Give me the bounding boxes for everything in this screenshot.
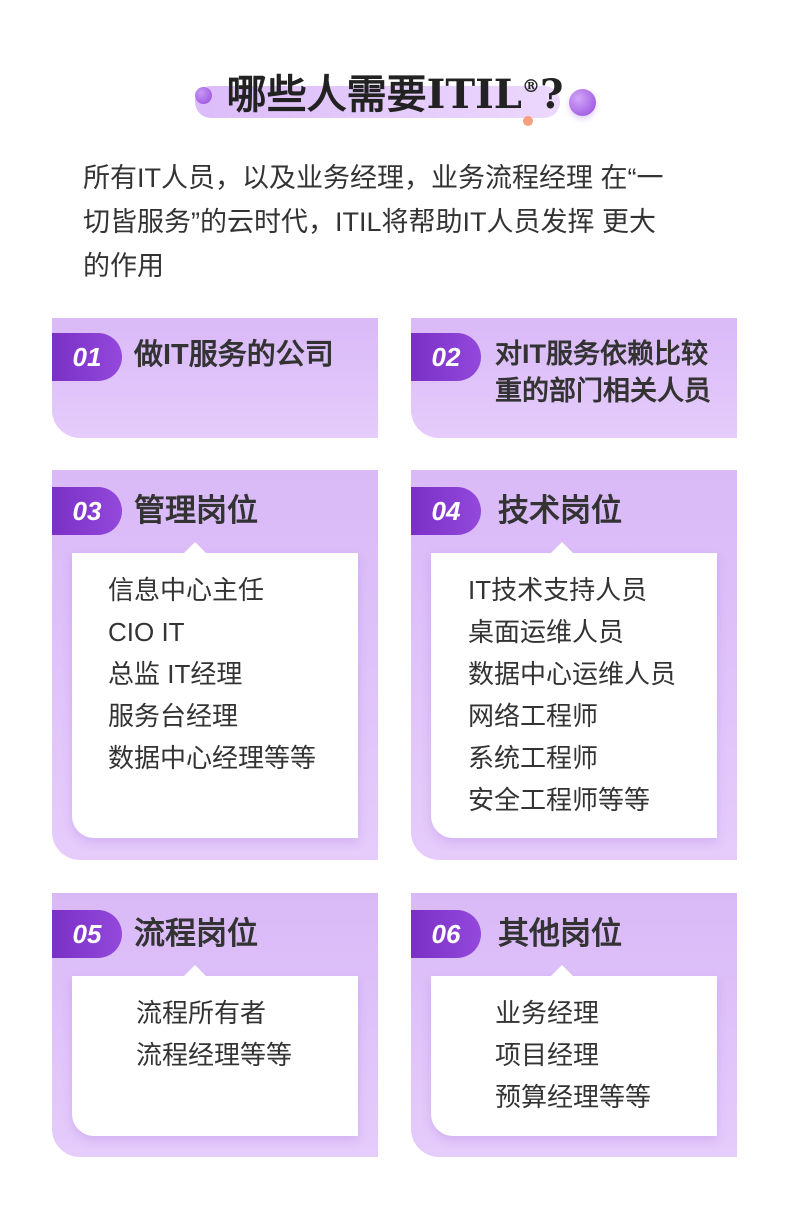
card-number-badge: 06 — [411, 910, 481, 958]
list-item: 安全工程师等等 — [468, 785, 651, 815]
panel-notch — [550, 965, 574, 977]
list-item: CIO IT — [108, 617, 185, 647]
page-title-text: 哪些人需要ITIL — [226, 71, 522, 118]
card-title: 流程岗位 — [134, 916, 258, 951]
registered-mark: ® — [521, 76, 540, 97]
card-title: 对IT服务依赖比较 重的部门相关人员 — [495, 336, 711, 410]
list-item: 网络工程师 — [468, 701, 599, 731]
item-list: IT技术支持人员 桌面运维人员 数据中心运维人员 网络工程师 系统工程师 安全工… — [468, 569, 676, 821]
item-list: 业务经理 项目经理 预算经理等等 — [495, 992, 651, 1118]
intro-paragraph: 所有IT人员，以及业务经理，业务流程经理 在“一 切皆服务”的云时代，ITIL将… — [83, 156, 664, 288]
card-01: 01 做IT服务的公司 — [52, 318, 378, 438]
card-title-line: 重的部门相关人员 — [495, 376, 711, 406]
card-title: 管理岗位 — [134, 493, 258, 528]
list-item: 流程经理等等 — [136, 1040, 293, 1070]
list-item: 项目经理 — [495, 1040, 600, 1070]
list-item: IT技术支持人员 — [468, 575, 648, 605]
list-item: 桌面运维人员 — [468, 617, 625, 647]
card-list-panel: IT技术支持人员 桌面运维人员 数据中心运维人员 网络工程师 系统工程师 安全工… — [431, 542, 717, 838]
card-list-panel: 信息中心主任 CIO IT 总监 IT经理 服务台经理 数据中心经理等等 — [72, 542, 358, 838]
panel-notch — [183, 965, 207, 977]
panel-notch — [550, 542, 574, 554]
list-item: 服务台经理 — [108, 701, 239, 731]
intro-line: 所有IT人员，以及业务经理，业务流程经理 在“一 — [83, 163, 664, 193]
card-04: 04 技术岗位 IT技术支持人员 桌面运维人员 数据中心运维人员 网络工程师 系… — [411, 470, 737, 860]
card-title: 做IT服务的公司 — [134, 336, 334, 374]
page-title-question: ? — [539, 71, 564, 118]
card-02: 02 对IT服务依赖比较 重的部门相关人员 — [411, 318, 737, 438]
card-06: 06 其他岗位 业务经理 项目经理 预算经理等等 — [411, 893, 737, 1157]
list-item: 总监 IT经理 — [108, 659, 243, 689]
card-title: 其他岗位 — [498, 916, 622, 951]
list-item: 流程所有者 — [136, 998, 267, 1028]
card-title-line: 做IT服务的公司 — [134, 339, 334, 371]
list-item: 系统工程师 — [468, 743, 599, 773]
card-list-panel: 流程所有者 流程经理等等 — [72, 965, 358, 1136]
item-list: 信息中心主任 CIO IT 总监 IT经理 服务台经理 数据中心经理等等 — [108, 569, 316, 779]
list-item: 信息中心主任 — [108, 575, 265, 605]
card-number-badge: 01 — [52, 333, 122, 381]
card-number-badge: 02 — [411, 333, 481, 381]
card-05: 05 流程岗位 流程所有者 流程经理等等 — [52, 893, 378, 1157]
card-number-badge: 05 — [52, 910, 122, 958]
panel-notch — [183, 542, 207, 554]
list-item: 数据中心运维人员 — [468, 659, 677, 689]
card-list-panel: 业务经理 项目经理 预算经理等等 — [431, 965, 717, 1136]
card-03: 03 管理岗位 信息中心主任 CIO IT 总监 IT经理 服务台经理 数据中心… — [52, 470, 378, 860]
card-number-badge: 04 — [411, 487, 481, 535]
card-number-badge: 03 — [52, 487, 122, 535]
card-title-line: 对IT服务依赖比较 — [495, 339, 708, 369]
card-title: 技术岗位 — [498, 493, 622, 528]
item-list: 流程所有者 流程经理等等 — [136, 992, 292, 1076]
intro-line: 的作用 — [83, 251, 164, 281]
list-item: 业务经理 — [495, 998, 600, 1028]
intro-line: 切皆服务”的云时代，ITIL将帮助IT人员发挥 更大 — [83, 207, 656, 237]
list-item: 数据中心经理等等 — [108, 743, 317, 773]
list-item: 预算经理等等 — [495, 1082, 652, 1112]
page-title: 哪些人需要ITIL®? — [0, 70, 790, 128]
